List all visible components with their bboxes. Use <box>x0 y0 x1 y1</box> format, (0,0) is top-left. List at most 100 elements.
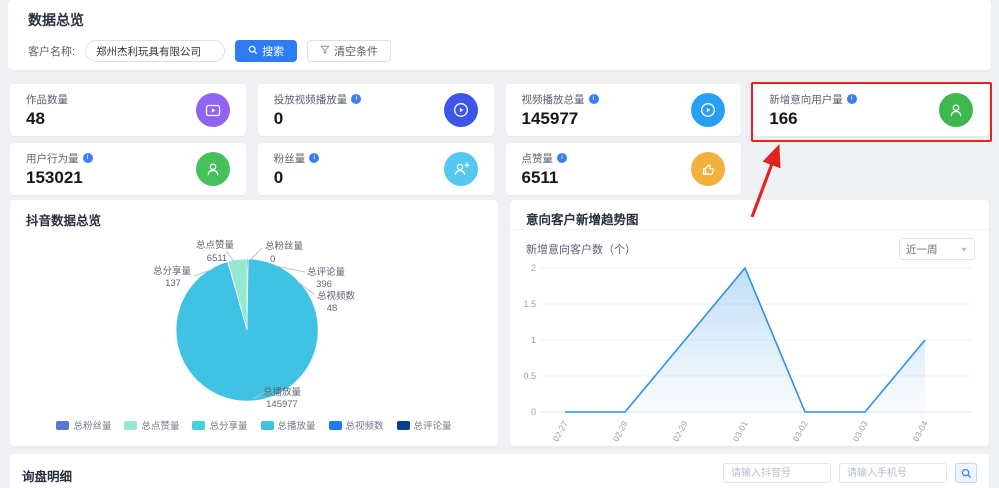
stat-cards-grid: 作品数量48投放视频播放量i0视频播放总量i145977新增意向用户量i166用… <box>10 84 989 195</box>
y-axis-label: 0 <box>531 407 536 417</box>
x-axis-label: 03-01 <box>731 419 750 442</box>
stat-card-1: 投放视频播放量i 0 <box>258 84 494 136</box>
x-axis-label: 03-04 <box>911 419 930 442</box>
x-axis-label: 03-03 <box>851 419 870 442</box>
trend-panel-title: 意向客户新增趋势图 <box>526 209 639 228</box>
info-icon[interactable]: i <box>557 153 567 163</box>
pie-legend: 总粉丝量 总点赞量总分享量 总播放量 总视频数 总评论量 <box>10 418 498 432</box>
stat-card-4: 用户行为量i153021 <box>10 143 246 195</box>
legend-item-总播放量[interactable]: 总播放量 <box>261 418 316 432</box>
date-range-select[interactable]: 近一周 ▼ <box>899 238 975 260</box>
info-icon[interactable]: i <box>351 94 361 104</box>
stat-card-value: 6511 <box>522 168 568 188</box>
video-icon <box>196 93 230 127</box>
stat-card-label: 视频播放总量 <box>522 92 585 107</box>
customer-name-input[interactable] <box>85 40 225 62</box>
info-icon[interactable]: i <box>309 153 319 163</box>
play-icon <box>691 93 725 127</box>
stat-card-label: 新增意向用户量 <box>769 92 843 107</box>
clear-filter-button[interactable]: 清空条件 <box>307 40 391 62</box>
pie-label-value: 48 <box>327 303 338 314</box>
legend-label: 总视频数 <box>346 418 384 432</box>
pie-label-name: 总评论量 <box>307 266 346 278</box>
x-axis-label: 02-27 <box>551 419 570 442</box>
stat-card-0: 作品数量48 <box>10 84 246 136</box>
user-add-icon <box>444 152 478 186</box>
stat-card-value: 153021 <box>26 168 93 188</box>
stat-card-info: 点赞量i 6511 <box>522 151 568 188</box>
header-card: 数据总览 客户名称: 搜索 清空条件 <box>8 0 991 70</box>
page-title: 数据总览 <box>28 10 84 30</box>
legend-label: 总评论量 <box>414 418 452 432</box>
play-icon <box>444 93 478 127</box>
thumb-icon <box>691 152 725 186</box>
pie-panel-title: 抖音数据总览 <box>26 210 101 229</box>
legend-item-总评论量[interactable]: 总评论量 <box>397 418 452 432</box>
douyin-overview-panel: 抖音数据总览 总粉丝量0总点赞量6511总分享量137总播放量145977总视频… <box>10 200 498 446</box>
legend-swatch <box>124 421 137 430</box>
stat-card-label: 粉丝量 <box>274 151 306 166</box>
inquiry-panel-title: 询盘明细 <box>22 466 72 485</box>
legend-item-总视频数[interactable]: 总视频数 <box>329 418 384 432</box>
filter-row: 客户名称: 搜索 清空条件 <box>28 40 391 62</box>
legend-label: 总点赞量 <box>141 418 179 432</box>
trend-panel: 意向客户新增趋势图 新增意向客户数（个） 近一周 ▼ 00.511.5202-2… <box>510 200 989 446</box>
stat-card-value: 48 <box>26 109 68 129</box>
pie-label-name: 总点赞量 <box>196 239 235 251</box>
y-axis-label: 0.5 <box>523 371 536 381</box>
pie-label-value: 0 <box>270 254 275 265</box>
y-axis-label: 2 <box>531 263 536 273</box>
stat-card-2: 视频播放总量i145977 <box>506 84 742 136</box>
legend-label: 总播放量 <box>278 418 316 432</box>
stat-card-label: 点赞量 <box>522 151 554 166</box>
pie-label-name: 总播放量 <box>263 386 302 398</box>
pie-label-value: 396 <box>316 279 332 290</box>
legend-swatch <box>397 421 410 430</box>
user-icon <box>939 93 973 127</box>
x-axis-label: 03-02 <box>791 419 810 442</box>
date-range-value: 近一周 <box>906 242 938 257</box>
pie-label-name: 总粉丝量 <box>265 240 304 252</box>
pie-label-name: 总视频数 <box>317 290 356 302</box>
info-icon[interactable]: i <box>589 94 599 104</box>
search-button[interactable]: 搜索 <box>235 40 297 62</box>
customer-name-label: 客户名称: <box>28 43 75 59</box>
stat-card-label: 投放视频播放量 <box>274 92 348 107</box>
legend-swatch <box>56 421 69 430</box>
pie-label-name: 总分享量 <box>153 265 192 277</box>
search-button-label: 搜索 <box>262 43 284 59</box>
stat-card-value: 0 <box>274 109 362 129</box>
user-icon <box>196 152 230 186</box>
legend-item-总分享量[interactable]: 总分享量 <box>192 418 247 432</box>
stat-card-info: 投放视频播放量i 0 <box>274 92 362 129</box>
legend-swatch <box>261 421 274 430</box>
stat-card-info: 粉丝量i 0 <box>274 151 320 188</box>
clear-button-label: 清空条件 <box>334 43 378 59</box>
inquiry-search-button[interactable] <box>955 463 977 483</box>
legend-label: 总粉丝量 <box>73 418 111 432</box>
info-icon[interactable]: i <box>847 94 857 104</box>
trend-panel-header: 意向客户新增趋势图 <box>510 200 989 230</box>
inquiry-filters <box>723 463 977 483</box>
legend-item-总点赞量[interactable]: 总点赞量 <box>124 418 179 432</box>
legend-item-总粉丝量[interactable]: 总粉丝量 <box>56 418 111 432</box>
y-axis-label: 1.5 <box>523 299 536 309</box>
stat-card-value: 166 <box>769 109 857 129</box>
douyin-id-input[interactable] <box>723 463 831 483</box>
stat-card-value: 0 <box>274 168 320 188</box>
search-icon <box>961 468 972 479</box>
line-chart: 00.511.5202-2702-2802-2903-0103-0203-030… <box>510 260 989 442</box>
inquiry-detail-panel: 询盘明细 <box>10 454 989 488</box>
stat-card-6: 点赞量i 6511 <box>506 143 742 195</box>
info-icon[interactable]: i <box>83 153 93 163</box>
trend-y-axis-title: 新增意向客户数（个） <box>526 241 636 257</box>
trend-sub-row: 新增意向客户数（个） 近一周 ▼ <box>526 238 975 260</box>
stat-card-info: 作品数量48 <box>26 92 68 129</box>
chevron-down-icon: ▼ <box>960 245 968 252</box>
pie-chart: 总粉丝量0总点赞量6511总分享量137总播放量145977总视频数48总评论量… <box>10 232 498 418</box>
stat-card-info: 新增意向用户量 i 166 <box>769 92 857 129</box>
legend-swatch <box>192 421 205 430</box>
phone-number-input[interactable] <box>839 463 947 483</box>
stat-card-3: 新增意向用户量 i 166 <box>753 84 989 136</box>
stat-card-info: 用户行为量i153021 <box>26 151 93 188</box>
